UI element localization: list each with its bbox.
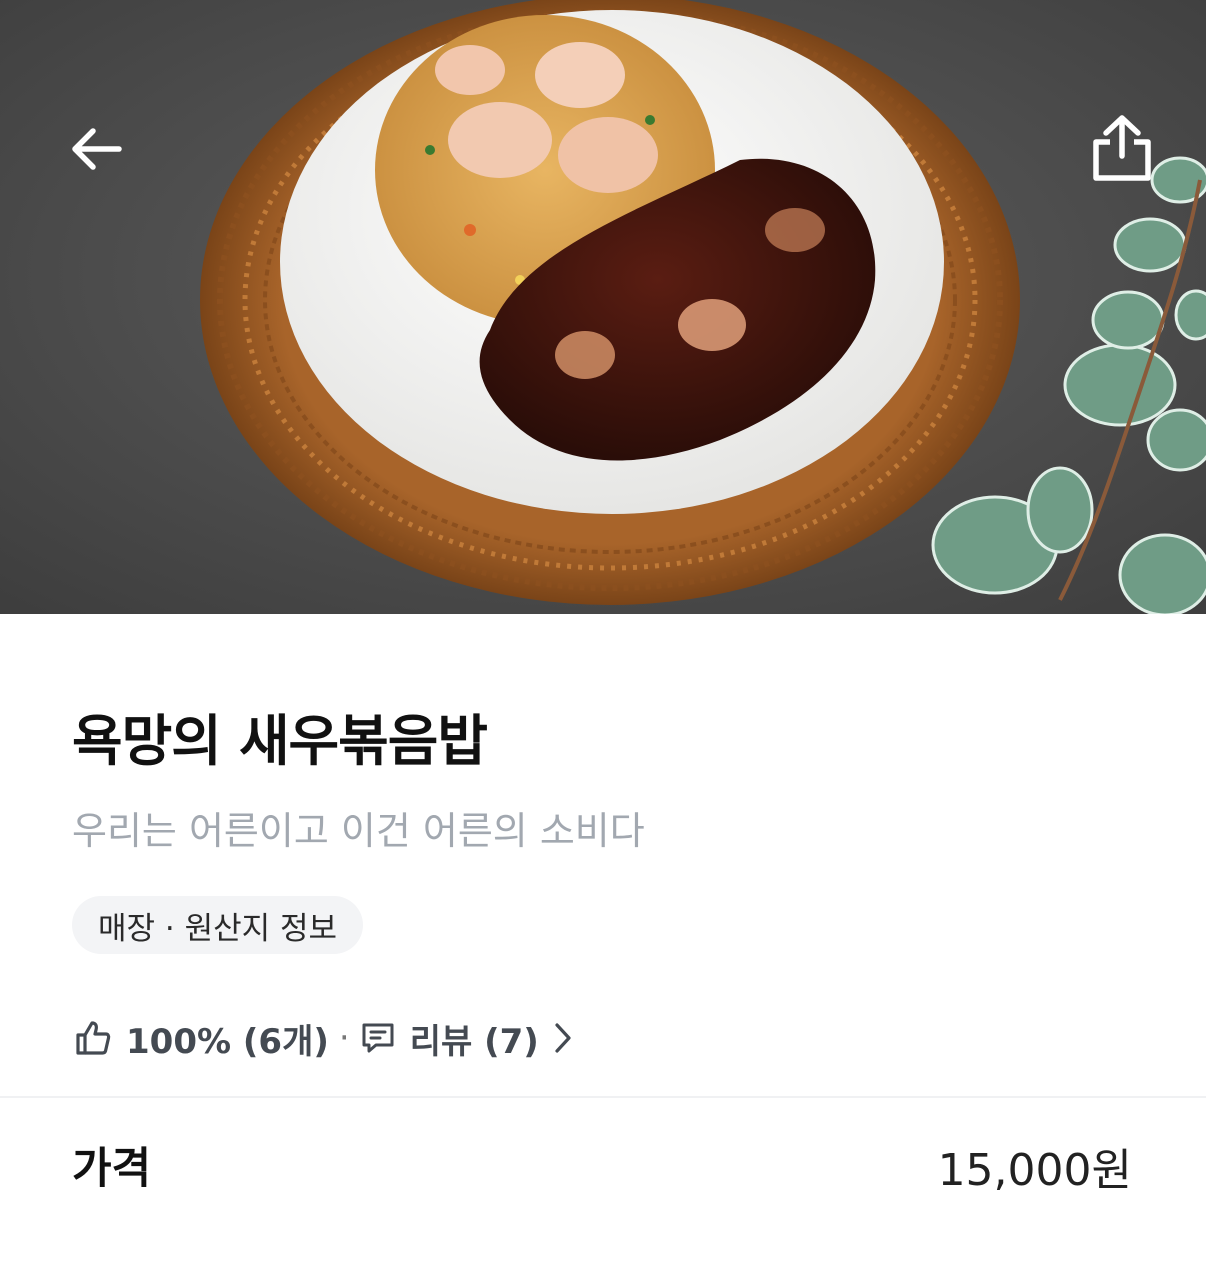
price-label: 가격 bbox=[72, 1144, 152, 1194]
arrow-left-icon bbox=[72, 128, 122, 170]
review-count: 리뷰 (7) bbox=[409, 1021, 539, 1062]
back-button[interactable] bbox=[60, 112, 134, 186]
store-origin-info-button[interactable]: 매장 · 원산지 정보 bbox=[72, 896, 364, 954]
share-button[interactable] bbox=[1082, 108, 1162, 188]
review-link[interactable]: 리뷰 (7) bbox=[360, 1014, 573, 1063]
comment-icon bbox=[360, 1020, 396, 1056]
hero-image bbox=[0, 0, 1206, 614]
share-icon bbox=[1093, 115, 1151, 181]
stats-separator: · bbox=[338, 1018, 350, 1058]
thumbs-up-icon bbox=[74, 1019, 112, 1057]
rating-row: 100% (6개) · 리뷰 (7) bbox=[74, 1012, 573, 1064]
like-rate: 100% (6개) bbox=[126, 1021, 329, 1062]
menu-title: 욕망의 새우볶음밥 bbox=[72, 709, 488, 773]
chevron-right-icon bbox=[553, 1021, 573, 1055]
info-chip-label: 매장 · 원산지 정보 bbox=[98, 910, 338, 947]
section-divider bbox=[0, 1096, 1206, 1098]
menu-description: 우리는 어른이고 이건 어른의 소비다 bbox=[72, 809, 645, 853]
menu-detail: 욕망의 새우볶음밥 우리는 어른이고 이건 어른의 소비다 매장 · 원산지 정… bbox=[0, 614, 1206, 1268]
price-row: 가격 15,000원 bbox=[72, 1134, 1132, 1196]
food-photo bbox=[0, 0, 1206, 614]
price-value: 15,000원 bbox=[937, 1145, 1132, 1196]
